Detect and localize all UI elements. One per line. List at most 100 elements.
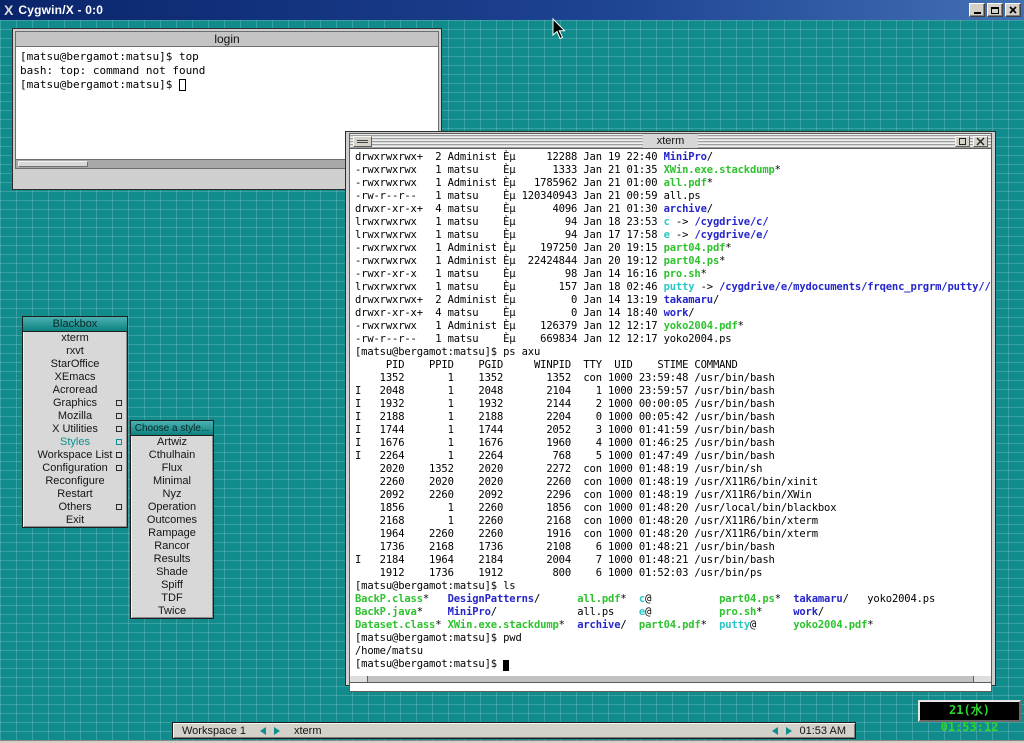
style-item-tdf[interactable]: TDF — [131, 592, 213, 605]
minimize-icon — [974, 12, 981, 14]
window-prev-arrow-icon[interactable] — [772, 727, 778, 735]
menu-item-workspace-list[interactable]: Workspace List — [23, 449, 127, 462]
menu-item-others[interactable]: Others — [23, 501, 127, 514]
resize-grip-left[interactable] — [350, 676, 368, 682]
terminal-line: drwxr-xr-x+ 4 matsu Èµ 4096 Jan 21 01:30… — [355, 203, 991, 216]
menu-item-configuration[interactable]: Configuration — [23, 462, 127, 475]
terminal-line: 2168 1 2260 2168 con 1000 01:48:20 /usr/… — [355, 515, 991, 528]
submenu-indicator-icon — [116, 439, 122, 445]
menu-item-rxvt[interactable]: rxvt — [23, 345, 127, 358]
menu-item-acroread[interactable]: Acroread — [23, 384, 127, 397]
style-menu-title[interactable]: Choose a style... — [131, 421, 213, 436]
menu-item-graphics[interactable]: Graphics — [23, 397, 127, 410]
minimize-button[interactable] — [969, 3, 985, 17]
cursor-block — [503, 660, 509, 671]
terminal-line: PID PPID PGID WINPID TTY UID STIME COMMA… — [355, 359, 991, 372]
style-item-label: Flux — [162, 462, 183, 474]
workspace-prev-arrow-icon[interactable] — [260, 727, 266, 735]
terminal-line: drwxrwxrwx+ 2 Administ Èµ 0 Jan 14 13:19… — [355, 294, 991, 307]
style-menu-items: ArtwizCthulhainFluxMinimalNyzOperationOu… — [131, 436, 213, 618]
resize-grip-right[interactable] — [973, 676, 991, 682]
terminal-line: [matsu@bergamot:matsu]$ — [20, 78, 434, 92]
style-item-rampage[interactable]: Rampage — [131, 527, 213, 540]
mouse-cursor — [552, 18, 566, 40]
menu-item-styles[interactable]: Styles — [23, 436, 127, 449]
blackbox-menu-items: xtermrxvtStarOfficeXEmacsAcroreadGraphic… — [23, 332, 127, 527]
terminal-line: lrwxrwxrwx 1 matsu Èµ 157 Jan 18 02:46 p… — [355, 281, 991, 294]
style-item-label: Cthulhain — [149, 449, 195, 461]
menu-item-label: xterm — [61, 332, 89, 344]
style-item-cthulhain[interactable]: Cthulhain — [131, 449, 213, 462]
login-titlebar[interactable]: login — [15, 31, 439, 47]
style-item-label: Artwiz — [157, 436, 187, 448]
xterm-menu-button[interactable] — [353, 136, 372, 147]
menu-item-xterm[interactable]: xterm — [23, 332, 127, 345]
style-item-label: Twice — [158, 605, 186, 617]
menu-item-label: StarOffice — [51, 358, 100, 370]
terminal-line: /home/matsu — [355, 645, 991, 658]
terminal-line: [matsu@bergamot:matsu]$ top — [20, 50, 434, 64]
terminal-line: BackP.java* MiniPro/ all.ps e@ pro.sh* w… — [355, 606, 991, 619]
maximize-icon — [959, 138, 966, 145]
menu-item-reconfigure[interactable]: Reconfigure — [23, 475, 127, 488]
style-item-results[interactable]: Results — [131, 553, 213, 566]
style-item-artwiz[interactable]: Artwiz — [131, 436, 213, 449]
style-item-flux[interactable]: Flux — [131, 462, 213, 475]
menu-item-exit[interactable]: Exit — [23, 514, 127, 527]
terminal-line: 2020 1352 2020 2272 con 1000 01:48:19 /u… — [355, 463, 991, 476]
submenu-indicator-icon — [116, 465, 122, 471]
style-item-twice[interactable]: Twice — [131, 605, 213, 618]
workspace-next-arrow-icon[interactable] — [274, 727, 280, 735]
menu-item-restart[interactable]: Restart — [23, 488, 127, 501]
xterm-close-button[interactable] — [973, 136, 988, 147]
terminal-line: -rw-r--r-- 1 matsu Èµ 669834 Jan 12 12:1… — [355, 333, 991, 346]
style-item-rancor[interactable]: Rancor — [131, 540, 213, 553]
xterm-terminal[interactable]: drwxrwxrwx+ 2 Administ Èµ 12288 Jan 19 2… — [349, 149, 992, 692]
style-item-label: Minimal — [153, 475, 191, 487]
style-item-shade[interactable]: Shade — [131, 566, 213, 579]
style-item-label: Rampage — [148, 527, 196, 539]
style-item-label: Rancor — [154, 540, 189, 552]
terminal-line: bash: top: command not found — [20, 64, 434, 78]
terminal-line: I 2184 1964 2184 2004 7 1000 01:48:21 /u… — [355, 554, 991, 567]
style-item-operation[interactable]: Operation — [131, 501, 213, 514]
menu-item-staroffice[interactable]: StarOffice — [23, 358, 127, 371]
toolbar-window-label[interactable]: xterm — [294, 725, 772, 737]
style-item-minimal[interactable]: Minimal — [131, 475, 213, 488]
window-next-arrow-icon[interactable] — [786, 727, 792, 735]
menu-item-x-utilities[interactable]: X Utilities — [23, 423, 127, 436]
submenu-indicator-icon — [116, 400, 122, 406]
menu-item-mozilla[interactable]: Mozilla — [23, 410, 127, 423]
digital-clock: 21(水) 01:53:12 — [918, 700, 1021, 722]
menu-item-label: Restart — [57, 488, 92, 500]
menu-item-label: Reconfigure — [45, 475, 104, 487]
submenu-indicator-icon — [116, 452, 122, 458]
terminal-line: -rwxrwxrwx 1 matsu Èµ 1333 Jan 21 01:35 … — [355, 164, 991, 177]
style-item-label: Spiff — [161, 579, 183, 591]
xterm-bottom-bar[interactable] — [349, 676, 992, 683]
blackbox-menu-title[interactable]: Blackbox — [23, 317, 127, 332]
grip-lines-icon — [357, 140, 368, 143]
style-item-nyz[interactable]: Nyz — [131, 488, 213, 501]
terminal-line: -rwxrwxrwx 1 Administ Èµ 197250 Jan 20 1… — [355, 242, 991, 255]
scrollbar-thumb[interactable] — [18, 161, 88, 167]
xterm-maximize-button[interactable] — [955, 136, 970, 147]
xterm-title: xterm — [643, 134, 699, 148]
menu-item-label: X Utilities — [52, 423, 98, 435]
menu-item-xemacs[interactable]: XEmacs — [23, 371, 127, 384]
style-item-label: Nyz — [163, 488, 182, 500]
style-item-label: Shade — [156, 566, 188, 578]
terminal-line: BackP.class* DesignPatterns/ all.pdf* c@… — [355, 593, 991, 606]
xterm-titlebar[interactable]: xterm — [349, 133, 992, 149]
close-button[interactable] — [1005, 3, 1021, 17]
terminal-line: I 2048 1 2048 2104 1 1000 23:59:57 /usr/… — [355, 385, 991, 398]
style-item-spiff[interactable]: Spiff — [131, 579, 213, 592]
style-item-outcomes[interactable]: Outcomes — [131, 514, 213, 527]
maximize-button[interactable] — [987, 3, 1003, 17]
terminal-line: [matsu@bergamot:matsu]$ ps axu — [355, 346, 991, 359]
workspace-label[interactable]: Workspace 1 — [182, 725, 246, 737]
terminal-line: 1736 2168 1736 2108 6 1000 01:48:21 /usr… — [355, 541, 991, 554]
terminal-line: [matsu@bergamot:matsu]$ pwd — [355, 632, 991, 645]
menu-item-label: Styles — [60, 436, 90, 448]
terminal-line: lrwxrwxrwx 1 matsu Èµ 94 Jan 17 17:58 e … — [355, 229, 991, 242]
